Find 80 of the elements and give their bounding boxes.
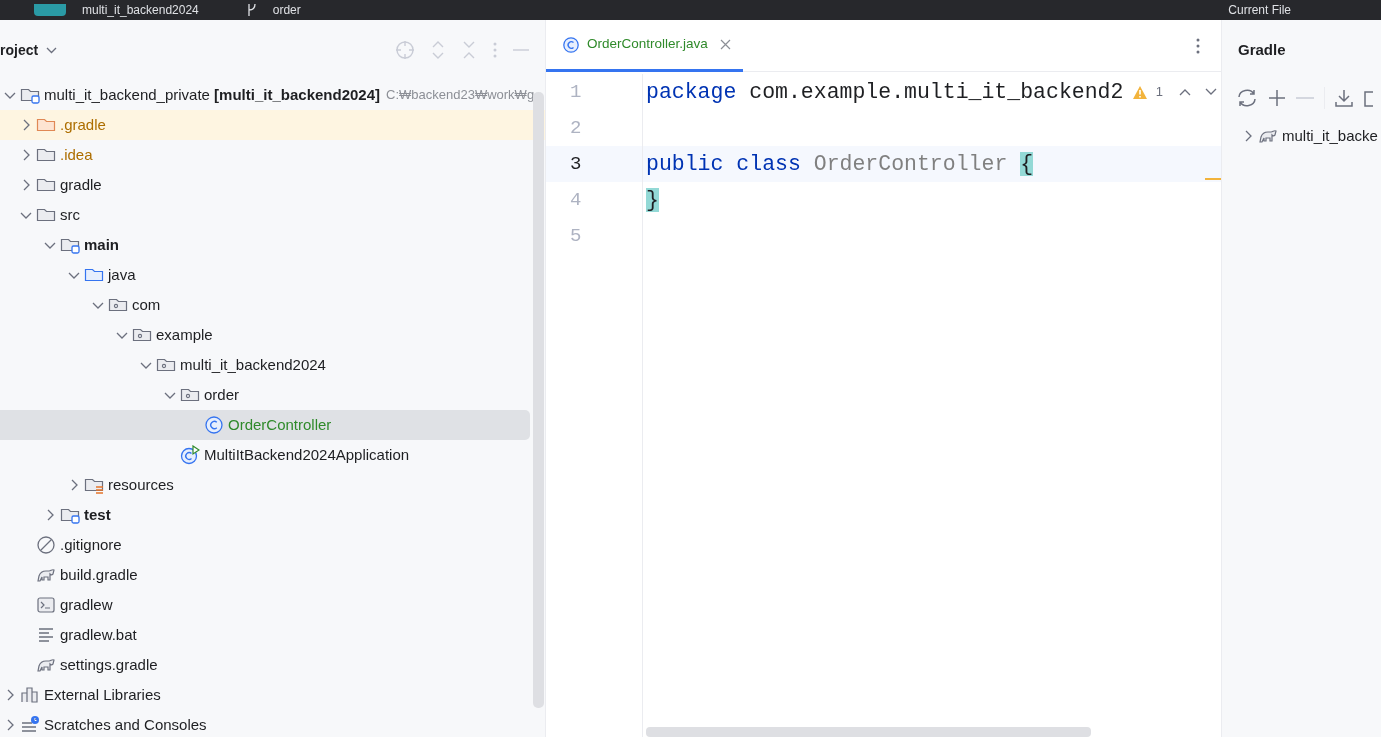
item-label: Scratches and Consoles <box>44 714 207 735</box>
item-label: resources <box>108 474 174 495</box>
code-text: package com.example.multi_it_backend2 <box>645 78 1124 106</box>
chevron-down-icon[interactable] <box>1205 88 1217 96</box>
tree-item[interactable]: multi_it_backend_private [multi_it_backend2024] C:₩backend23₩work₩g <box>0 80 535 110</box>
library-icon <box>20 685 40 705</box>
item-label: order <box>204 384 240 405</box>
item-label: test <box>84 504 111 525</box>
tree-item[interactable]: gradle <box>0 170 530 200</box>
item-label: com <box>132 294 161 315</box>
close-icon[interactable] <box>719 39 731 50</box>
tree-item[interactable]: order <box>0 380 530 410</box>
line-number: 1 <box>570 79 582 105</box>
item-label: .idea <box>60 144 93 165</box>
tree-item[interactable]: .gradle <box>0 110 545 140</box>
item-label: src <box>60 204 80 225</box>
item-label: java <box>108 264 136 285</box>
tree-item[interactable]: example <box>0 320 530 350</box>
tree-item[interactable]: java <box>0 260 530 290</box>
tree-item[interactable]: multi_it_backend2024 <box>0 350 530 380</box>
item-label: multi_it_backend2024 <box>180 354 326 375</box>
item-label: MultiItBackend2024Application <box>204 444 410 465</box>
tree-item[interactable]: External Libraries <box>0 680 530 710</box>
prohibited-icon <box>36 535 56 555</box>
line-number: 2 <box>570 115 582 141</box>
item-label: example <box>156 324 213 345</box>
item-label: gradlew.bat <box>60 624 137 645</box>
tree-item[interactable]: .gitignore <box>0 530 530 560</box>
more-options-icon[interactable] <box>1195 36 1201 55</box>
change-marker <box>1205 178 1221 180</box>
item-label: multi_it_backe <box>1282 126 1378 146</box>
class-icon <box>204 415 224 435</box>
tree-item[interactable]: gradlew.bat <box>0 620 530 650</box>
refresh-icon[interactable] <box>1236 88 1258 108</box>
tree-item[interactable]: build.gradle <box>0 560 530 590</box>
code-text: public class OrderController { <box>645 150 1034 178</box>
item-label: settings.gradle <box>60 654 158 675</box>
item-label: main <box>84 234 119 255</box>
editor-tab[interactable]: OrderController.java <box>546 20 743 72</box>
item-label: External Libraries <box>44 684 161 705</box>
tree-item[interactable]: test <box>0 500 530 530</box>
item-label: gradle <box>60 174 102 195</box>
chevron-down-icon[interactable] <box>46 46 58 54</box>
tree-item[interactable]: Scratches and Consoles <box>0 710 530 737</box>
terminal-icon <box>36 595 56 615</box>
scrollbar[interactable] <box>533 92 544 708</box>
tree-item[interactable]: src <box>0 200 530 230</box>
item-label: OrderController <box>228 414 332 435</box>
tree-item[interactable]: MultiItBackend2024Application <box>0 440 530 470</box>
tree-item[interactable]: com <box>0 290 530 320</box>
line-number: 4 <box>570 187 582 213</box>
code-text: } <box>645 186 659 214</box>
warning-count[interactable]: 1 <box>1155 82 1163 102</box>
run-configuration[interactable]: Current File <box>1228 1 1291 19</box>
scrollbar[interactable] <box>646 727 1091 737</box>
line-number: 3 <box>570 151 582 177</box>
tree-item[interactable]: main <box>0 230 530 260</box>
path-text: C:₩backend23₩work₩g <box>386 86 535 105</box>
chevron-up-icon[interactable] <box>1179 88 1191 96</box>
tree-item[interactable]: gradlew <box>0 590 530 620</box>
item-label: build.gradle <box>60 564 138 585</box>
class-icon <box>562 35 580 54</box>
class-run-icon <box>180 445 200 465</box>
panel-title[interactable]: Gradle <box>1238 38 1286 62</box>
tree-item[interactable]: .idea <box>0 140 530 170</box>
line-number: 5 <box>570 223 582 249</box>
tree-item[interactable]: resources <box>0 470 530 500</box>
plus-icon[interactable] <box>1268 89 1286 107</box>
branch-name[interactable]: order <box>272 1 301 19</box>
item-label: multi_it_backend_private [multi_it_backend2024] <box>44 84 380 105</box>
project-name[interactable]: multi_it_backend2024 <box>82 1 199 19</box>
item-label: .gradle <box>60 114 106 135</box>
tree-item[interactable]: multi_it_backe <box>1222 125 1381 148</box>
download-icon[interactable] <box>1335 89 1353 107</box>
panel-title[interactable]: roject <box>0 39 39 61</box>
branch-icon <box>246 4 257 16</box>
tree-item[interactable]: settings.gradle <box>0 650 530 680</box>
text-file-icon <box>36 625 56 645</box>
item-label: gradlew <box>60 594 113 615</box>
item-label: .gitignore <box>60 534 122 555</box>
